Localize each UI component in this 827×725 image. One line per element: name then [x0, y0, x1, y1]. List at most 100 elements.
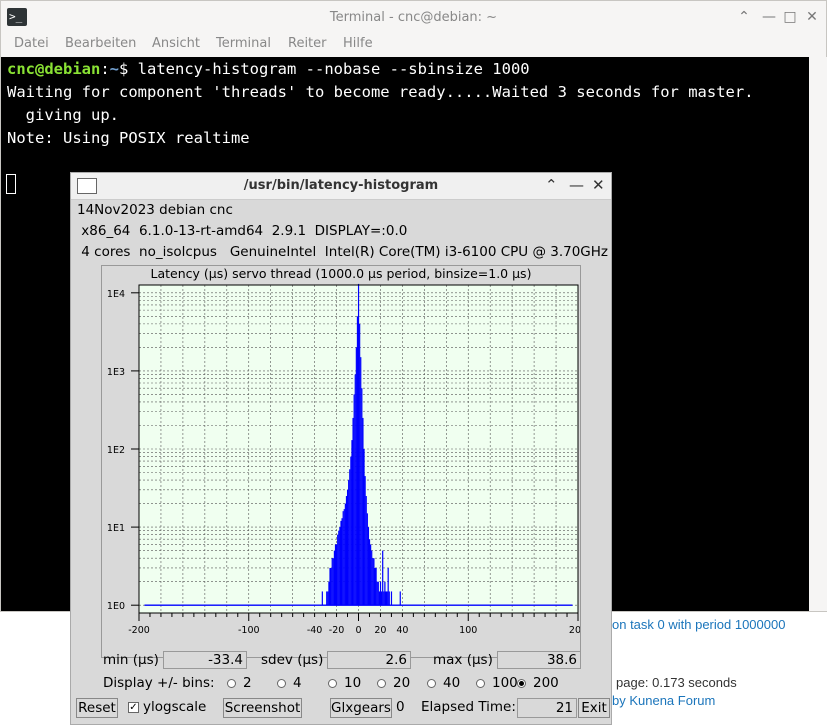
histogram-bar: [367, 527, 370, 606]
histogram-bar: [378, 591, 381, 606]
bins-radio-label-200[interactable]: 200: [533, 675, 559, 691]
histogram-window-title: /usr/bin/latency-histogram: [243, 178, 439, 193]
histogram-bar: [354, 374, 356, 606]
bins-radio-20[interactable]: [377, 679, 386, 688]
histogram-bar: [357, 283, 360, 606]
terminal-scrollbar[interactable]: [809, 57, 827, 611]
x-tick-label: -40: [307, 625, 323, 636]
histogram-bar: [370, 544, 372, 606]
histogram-bar: [321, 591, 323, 606]
histogram-bar: [366, 513, 368, 606]
system-info-cpu: 4 cores no_isolcpus GenuineIntel Intel(R…: [77, 244, 609, 260]
histogram-bar: [331, 558, 333, 606]
background-log-line: on task 0 with period 1000000: [612, 617, 786, 632]
histogram-bar: [363, 449, 365, 606]
histogram-bar: [346, 489, 349, 606]
max-value: 38.6: [497, 651, 581, 669]
histogram-bar: [341, 518, 343, 606]
y-tick-label: 1E4: [107, 289, 125, 300]
histogram-bar: [368, 539, 371, 606]
screenshot-button[interactable]: Screenshot: [223, 698, 302, 718]
text-cursor: [6, 174, 16, 194]
bins-radio-label-100[interactable]: 100: [492, 675, 518, 691]
collapse-icon[interactable]: ⌃: [545, 176, 558, 194]
command-line: cnc@debian:~$ latency-histogram --nobase…: [7, 60, 530, 78]
system-info-date: 14Nov2023 debian cnc: [77, 202, 233, 218]
x-tick-label: 40: [396, 625, 408, 636]
glxgears-button[interactable]: Glxgears: [330, 698, 392, 718]
histogram-chart: 1E01E11E21E31E4-200-100-40-2002040100200: [107, 283, 580, 636]
histogram-bar: [359, 323, 361, 606]
background-forum-link[interactable]: by Kunena Forum: [612, 693, 715, 708]
histogram-bar: [326, 591, 328, 606]
minimize-icon[interactable]: —: [569, 176, 584, 194]
terminal-title: Terminal - cnc@debian: ~: [329, 10, 498, 25]
y-tick-label: 1E3: [107, 367, 125, 378]
terminal-titlebar[interactable]: >_ Terminal - cnc@debian: ~ ⌃ — □ ✕: [1, 1, 826, 35]
histogram-bar: [327, 591, 329, 606]
bins-radio-100[interactable]: [476, 679, 485, 688]
maximize-icon[interactable]: □: [782, 9, 798, 25]
bins-radio-4[interactable]: [277, 679, 286, 688]
x-tick-label: -200: [128, 625, 150, 636]
bins-radio-label-4[interactable]: 4: [293, 675, 302, 691]
bins-radio-200[interactable]: [517, 679, 526, 688]
close-icon[interactable]: ✕: [804, 9, 820, 25]
ylogscale-label[interactable]: ylogscale: [143, 699, 206, 715]
bins-radio-label-40[interactable]: 40: [443, 675, 460, 691]
menu-terminal[interactable]: Terminal: [216, 36, 271, 51]
minimize-icon[interactable]: —: [761, 9, 777, 25]
histogram-bar: [372, 558, 374, 606]
histogram-bar: [380, 591, 383, 606]
y-tick-label: 1E0: [107, 601, 125, 612]
bins-label: Display +/- bins:: [103, 675, 215, 691]
histogram-bar: [332, 558, 334, 606]
histogram-bar: [371, 550, 373, 606]
histogram-bar: [334, 544, 337, 606]
histogram-bar: [377, 581, 379, 606]
elapsed-time-value: 21: [517, 698, 577, 718]
histogram-bar: [399, 591, 401, 606]
system-info-kernel: x86_64 6.1.0-13-rt-amd64 2.9.1 DISPLAY=:…: [77, 223, 408, 239]
histogram-bar: [330, 567, 332, 606]
output-line: Note: Using POSIX realtime: [7, 129, 250, 147]
histogram-bar: [364, 476, 366, 606]
y-tick-label: 1E1: [107, 523, 125, 534]
menu-ansicht[interactable]: Ansicht: [152, 36, 200, 51]
histogram-bar: [376, 581, 378, 606]
bins-radio-label-10[interactable]: 10: [344, 675, 361, 691]
bins-radio-label-2[interactable]: 2: [243, 675, 252, 691]
menu-hilfe[interactable]: Hilfe: [343, 36, 373, 51]
ylogscale-checkbox[interactable]: ✓: [128, 702, 139, 713]
menu-reiter[interactable]: Reiter: [288, 36, 327, 51]
histogram-bar: [375, 567, 377, 606]
collapse-icon[interactable]: ⌃: [736, 9, 752, 25]
histogram-bar: [379, 581, 382, 606]
histogram-bar: [355, 347, 357, 606]
x-tick-label: -20: [329, 625, 345, 636]
reset-button[interactable]: Reset: [76, 698, 118, 718]
histogram-bar: [382, 550, 384, 606]
histogram-bar: [339, 527, 341, 606]
histogram-bar: [333, 550, 336, 606]
close-icon[interactable]: ✕: [592, 176, 605, 194]
output-line: giving up.: [7, 106, 119, 124]
bins-radio-40[interactable]: [427, 679, 436, 688]
menu-datei[interactable]: Datei: [14, 36, 49, 51]
histogram-bar: [387, 567, 389, 606]
histogram-bar: [336, 544, 338, 606]
menu-bearbeiten[interactable]: Bearbeiten: [65, 36, 136, 51]
histogram-bar: [385, 591, 387, 606]
histogram-bar: [340, 520, 342, 606]
y-tick-label: 1E2: [107, 445, 125, 456]
histogram-bar: [373, 558, 375, 606]
sdev-label: sdev (µs): [261, 652, 324, 668]
terminal-menubar: Datei Bearbeiten Ansicht Terminal Reiter…: [1, 35, 826, 57]
bins-radio-10[interactable]: [328, 679, 337, 688]
histogram-titlebar[interactable]: /usr/bin/latency-histogram ⌃ — ✕: [71, 173, 611, 200]
histogram-plot: Latency (µs) servo thread (1000.0 µs per…: [101, 265, 581, 658]
histogram-bar: [388, 591, 390, 606]
bins-radio-label-20[interactable]: 20: [393, 675, 410, 691]
exit-button[interactable]: Exit: [578, 698, 610, 718]
bins-radio-2[interactable]: [227, 679, 236, 688]
